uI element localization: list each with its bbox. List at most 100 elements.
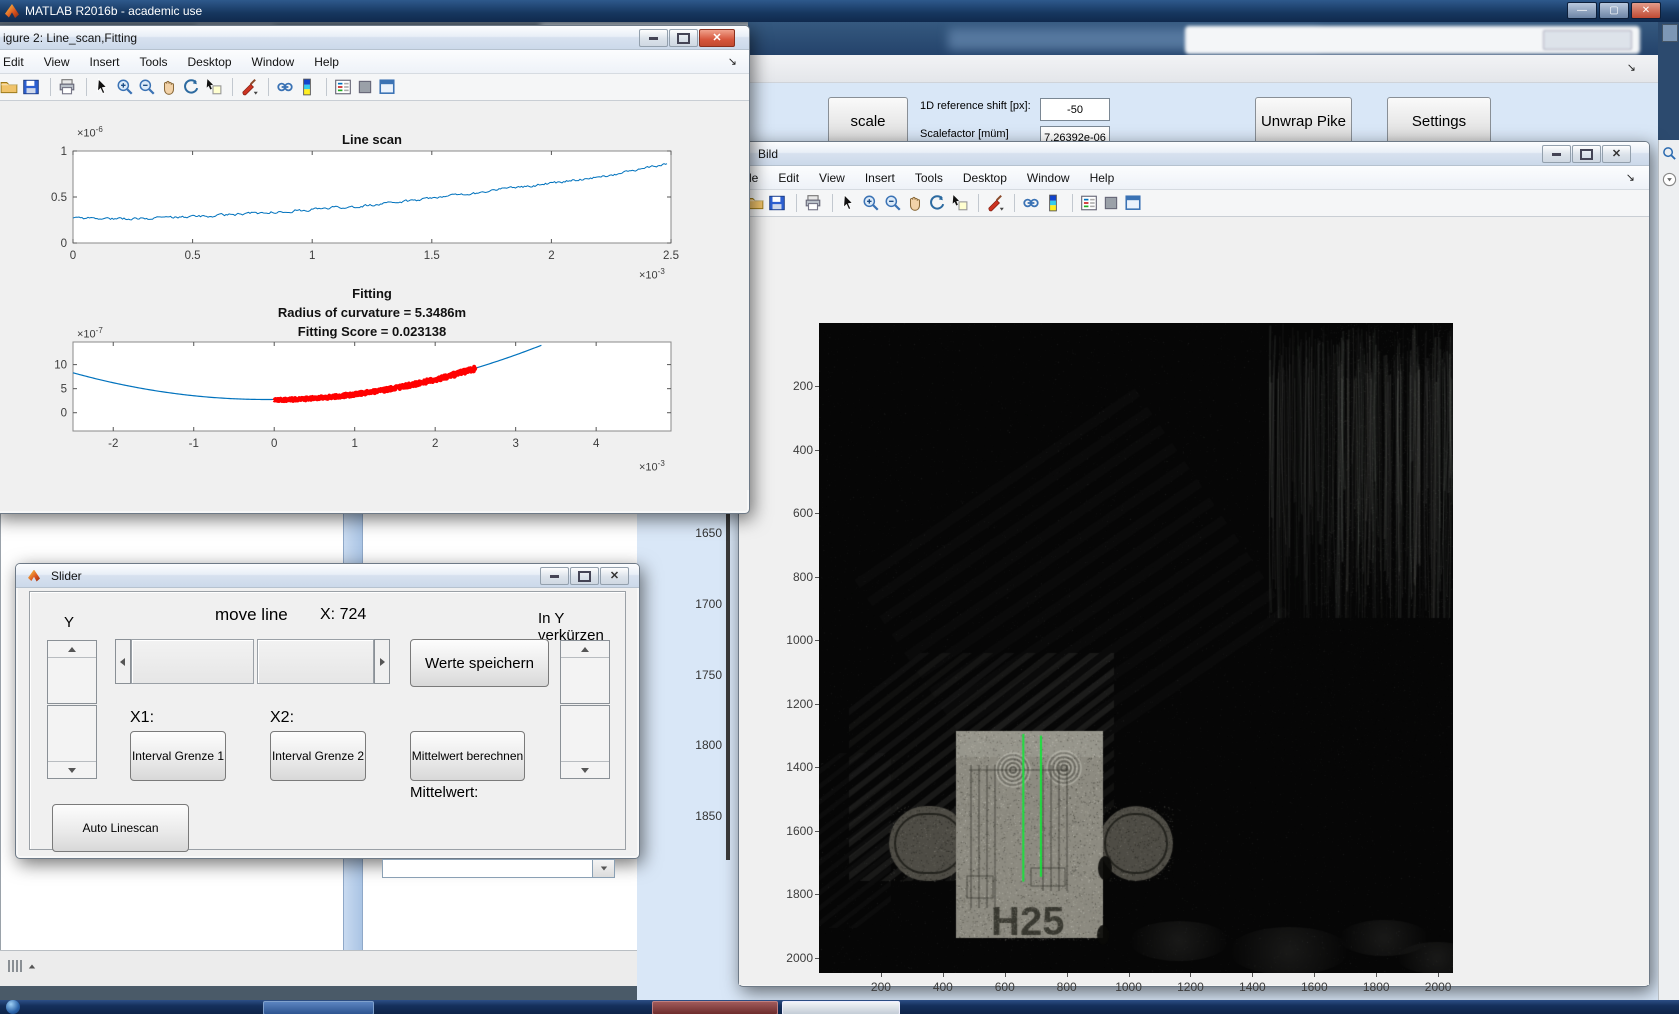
move-line-slider[interactable] xyxy=(115,639,390,684)
legend-icon[interactable] xyxy=(326,78,352,96)
slider-titlebar[interactable]: Slider ✕ xyxy=(16,564,639,588)
taskbar-item-active[interactable] xyxy=(782,1001,900,1014)
data-cursor-icon[interactable] xyxy=(950,194,968,212)
taskbar[interactable] xyxy=(0,1000,1679,1014)
bild-menu-desktop[interactable]: Desktop xyxy=(953,168,1017,188)
taskbar-item[interactable] xyxy=(652,1001,778,1014)
save-icon[interactable] xyxy=(768,194,786,212)
bild-menu-window[interactable]: Window xyxy=(1017,168,1080,188)
figure2-menu-desktop[interactable]: Desktop xyxy=(178,52,242,72)
link-plots-icon[interactable] xyxy=(1014,194,1040,212)
matlab-titlebar[interactable]: MATLAB R2016b - academic use — ▢ ✕ xyxy=(0,0,1679,22)
data-cursor-icon[interactable] xyxy=(204,78,222,96)
slider-title: Slider xyxy=(51,569,82,583)
werte-speichern-button[interactable]: Werte speichern xyxy=(410,639,549,687)
zoom-in-icon[interactable] xyxy=(862,194,880,212)
linescan-x-exponent: ×10-3 xyxy=(639,267,665,282)
figure2-titlebar[interactable]: igure 2: Line_scan,Fitting ✕ xyxy=(0,26,749,50)
interval-grenze2-button[interactable]: Interval Grenze 2 xyxy=(270,731,366,781)
slider-close-button[interactable]: ✕ xyxy=(600,567,629,585)
main-maximize-button[interactable]: ▢ xyxy=(1599,2,1629,19)
background-combobox[interactable] xyxy=(382,859,615,878)
dock-figure-icon[interactable] xyxy=(378,78,396,96)
save-icon[interactable] xyxy=(22,78,40,96)
bild-minimize-button[interactable] xyxy=(1542,145,1571,163)
start-button[interactable] xyxy=(6,1000,20,1014)
bild-menu-edit[interactable]: Edit xyxy=(768,168,809,188)
pan-icon[interactable] xyxy=(160,78,178,96)
brush-icon[interactable] xyxy=(232,78,258,96)
y-scrollbar-up[interactable] xyxy=(47,640,97,704)
ref-shift-input[interactable]: -50 xyxy=(1040,98,1110,121)
tick-label: 1.5 xyxy=(424,250,440,262)
slider-thumb-left[interactable] xyxy=(131,639,254,684)
figure2-menu-tools[interactable]: Tools xyxy=(130,52,178,72)
slider-minimize-button[interactable] xyxy=(540,567,569,585)
figure2-menu-window[interactable]: Window xyxy=(242,52,305,72)
bild-titlebar[interactable]: Bild ✕ xyxy=(739,142,1649,166)
main-close-button[interactable]: ✕ xyxy=(1631,2,1661,19)
dropdown-circle-icon[interactable] xyxy=(1662,172,1677,187)
bild-menu-help[interactable]: Help xyxy=(1080,168,1125,188)
hidden-axis-tick: 1700 xyxy=(662,597,722,611)
dock-arrow-icon[interactable]: ↘ xyxy=(728,55,737,68)
zoom-in-icon[interactable] xyxy=(116,78,134,96)
tick-label: 3 xyxy=(512,438,518,450)
rotate-3d-icon[interactable] xyxy=(182,78,200,96)
mittelwert-berechnen-button[interactable]: Mittelwert berechnen xyxy=(410,731,525,781)
cursor-icon[interactable] xyxy=(832,194,858,212)
bild-image-canvas[interactable] xyxy=(819,323,1453,973)
dock-arrow-icon[interactable]: ↘ xyxy=(1626,171,1635,184)
print-icon[interactable] xyxy=(796,194,822,212)
tick-mark xyxy=(1376,973,1377,977)
brush-icon[interactable] xyxy=(978,194,1004,212)
auto-linescan-button[interactable]: Auto Linescan xyxy=(52,804,189,852)
dock-small-icon[interactable] xyxy=(1102,194,1120,212)
slider-left-arrow[interactable] xyxy=(115,639,131,684)
bild-menu-insert[interactable]: Insert xyxy=(855,168,905,188)
figure2-maximize-button[interactable] xyxy=(669,29,698,47)
search-icon[interactable] xyxy=(1662,146,1677,161)
splitter-grip-icon[interactable] xyxy=(8,960,36,972)
link-plots-icon[interactable] xyxy=(268,78,294,96)
colorbar-icon[interactable] xyxy=(298,78,316,96)
y-scrollbar-down[interactable] xyxy=(47,705,97,779)
settings-button[interactable]: Settings xyxy=(1387,97,1491,146)
dock-arrow-icon[interactable]: ↘ xyxy=(1627,61,1636,74)
print-icon[interactable] xyxy=(50,78,76,96)
bild-close-button[interactable]: ✕ xyxy=(1602,145,1631,163)
zoom-out-icon[interactable] xyxy=(884,194,902,212)
pan-icon[interactable] xyxy=(906,194,924,212)
rotate-3d-icon[interactable] xyxy=(928,194,946,212)
slider-maximize-button[interactable] xyxy=(570,567,599,585)
bild-menu-tools[interactable]: Tools xyxy=(905,168,953,188)
dock-small-icon[interactable] xyxy=(356,78,374,96)
figure2-menu-view[interactable]: View xyxy=(34,52,80,72)
figure2-menu-edit[interactable]: Edit xyxy=(0,52,34,72)
zoom-out-icon[interactable] xyxy=(138,78,156,96)
main-minimize-button[interactable]: — xyxy=(1567,2,1597,19)
bild-maximize-button[interactable] xyxy=(1572,145,1601,163)
new-folder-icon[interactable] xyxy=(0,78,18,96)
combobox-dropdown-icon[interactable] xyxy=(592,860,614,877)
right-edge-top xyxy=(1658,22,1679,140)
bild-menu-view[interactable]: View xyxy=(809,168,855,188)
unwrap-pike-button[interactable]: Unwrap Pike xyxy=(1255,97,1352,146)
interval-grenze1-button[interactable]: Interval Grenze 1 xyxy=(130,731,226,781)
colorbar-icon[interactable] xyxy=(1044,194,1062,212)
dock-figure-icon[interactable] xyxy=(1124,194,1142,212)
cursor-icon[interactable] xyxy=(86,78,112,96)
figure2-close-button[interactable]: ✕ xyxy=(699,29,735,47)
legend-icon[interactable] xyxy=(1072,194,1098,212)
taskbar-item[interactable] xyxy=(263,1001,374,1014)
tick-label: -1 xyxy=(189,438,199,450)
figure2-menu-help[interactable]: Help xyxy=(304,52,349,72)
scroll-top-button[interactable] xyxy=(1662,24,1678,42)
in-y-scrollbar-up[interactable] xyxy=(560,640,610,704)
figure2-minimize-button[interactable] xyxy=(639,29,668,47)
slider-thumb-right[interactable] xyxy=(257,639,374,684)
scale-button[interactable]: scale xyxy=(828,97,908,146)
in-y-scrollbar-down[interactable] xyxy=(560,705,610,779)
figure2-menu-insert[interactable]: Insert xyxy=(79,52,129,72)
slider-right-arrow[interactable] xyxy=(374,639,390,684)
